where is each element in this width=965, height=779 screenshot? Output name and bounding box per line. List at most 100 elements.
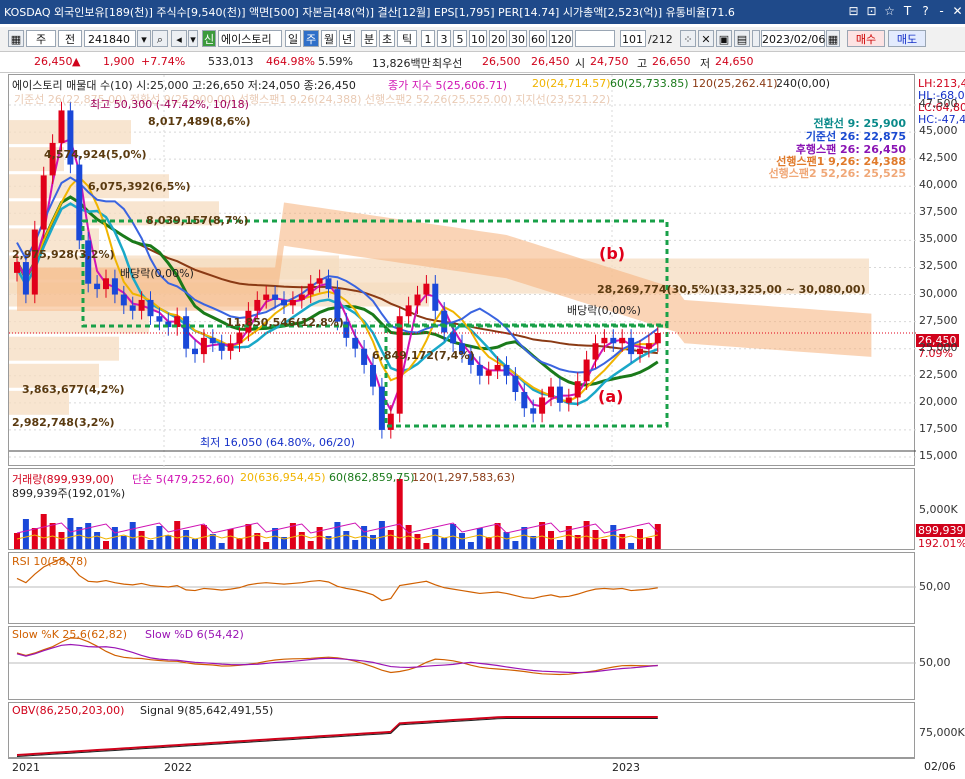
rsi-legend: RSI 10(58,78) (12, 555, 88, 568)
date-spin[interactable] (752, 30, 760, 47)
volume-tag: 899,939 (916, 524, 965, 537)
tick-5[interactable]: 5 (453, 30, 467, 47)
volume-bar (343, 531, 350, 549)
tick-custom-input[interactable] (575, 30, 615, 47)
candle-body (22, 262, 29, 295)
favorite-icon[interactable]: ☆ (882, 4, 897, 19)
tick-20[interactable]: 20 (489, 30, 507, 47)
price-ytick: 40,000 (919, 178, 958, 192)
period-second[interactable]: 초 (379, 30, 395, 47)
search-icon[interactable]: ⌕ (152, 30, 168, 47)
candle-body (200, 337, 207, 355)
x-label-2022: 2022 (164, 761, 192, 774)
tick-10[interactable]: 10 (469, 30, 487, 47)
minimize-icon[interactable]: - (934, 4, 949, 19)
volume-bar (476, 528, 483, 549)
volume-bar (628, 543, 635, 549)
price-change: 1,900 (103, 55, 135, 68)
candle-body (378, 386, 385, 430)
volume-bar (183, 530, 190, 549)
sell-button[interactable]: 매도 (888, 30, 926, 47)
save-icon[interactable]: ▣ (716, 30, 732, 47)
price-ytick: 25,000 (919, 340, 958, 354)
up-arrow-icon: ▲ (72, 55, 81, 68)
volume-bar (459, 533, 465, 549)
count-input[interactable]: 101 (620, 30, 646, 47)
volume-pct-tag: 192.01% (918, 537, 965, 550)
chart-tool-icon[interactable]: ✕ (698, 30, 714, 47)
market-select[interactable]: 전 (58, 30, 82, 47)
candle-body (94, 283, 101, 290)
candle-body (281, 299, 287, 306)
obv-ytick: 75,000K (919, 726, 965, 739)
change-pct: +7.74% (141, 55, 186, 68)
window-title: KOSDAQ 외국인보유[189(천)] 주식수[9,540(천)] 액면[50… (4, 6, 735, 19)
candle-body (654, 332, 661, 344)
layout-icon[interactable]: ⊟ (846, 4, 861, 19)
calendar-icon[interactable]: ▦ (826, 30, 840, 47)
volume-bar (227, 529, 234, 549)
candle-body (601, 337, 608, 344)
period-month[interactable]: 월 (321, 30, 337, 47)
candle-body (192, 348, 198, 355)
volume-ytick: 5,000K (919, 503, 958, 516)
volume-bar (414, 534, 421, 549)
tick-3[interactable]: 3 (437, 30, 451, 47)
candle-body (432, 283, 439, 311)
high-price: 26,650 (652, 55, 691, 68)
volume-bar (165, 535, 172, 549)
help-icon[interactable]: ? (918, 4, 933, 19)
vol-ma5-label: 단순 5(479,252,60) (132, 473, 235, 486)
print-icon[interactable]: ▤ (734, 30, 750, 47)
candle-body (556, 386, 563, 403)
price-ytick: 15,000 (919, 449, 958, 462)
stoch-k-line (16, 637, 658, 676)
volume-bar (14, 533, 20, 549)
volume-sub: 899,939주(192,01%) (12, 487, 126, 500)
candle-body (619, 337, 626, 344)
volume-profile-bar (9, 336, 119, 361)
tick-60[interactable]: 60 (529, 30, 547, 47)
code-input[interactable]: 241840 (84, 30, 136, 47)
date-input[interactable]: 2023/02/06 (761, 30, 825, 47)
rsi-chart-svg[interactable] (9, 553, 916, 625)
speaker-icon[interactable]: ◂ (171, 30, 187, 47)
close-icon[interactable]: ✕ (950, 4, 965, 19)
period-week[interactable]: 주 (303, 30, 319, 47)
period-select[interactable]: 주 (26, 30, 56, 47)
candle-body (272, 294, 279, 300)
volume-bar (40, 514, 47, 549)
period-minute[interactable]: 분 (361, 30, 377, 47)
candle-body (476, 364, 483, 376)
candle-body (209, 337, 216, 344)
period-year[interactable]: 년 (339, 30, 355, 47)
period-day[interactable]: 일 (285, 30, 301, 47)
speaker-menu-icon[interactable]: ▾ (188, 30, 198, 47)
rsi-pane[interactable] (8, 552, 916, 625)
vol-ma120-label: 120(1,297,583,63) (412, 471, 516, 484)
quote-side-label: 최우선 (432, 57, 463, 70)
price-ytick: 22,500 (919, 367, 958, 381)
restore-icon[interactable]: ⊡ (864, 4, 879, 19)
quote-row: 26,450 ▲ 1,900 +7.74% 533,013 464.98% 5.… (0, 52, 965, 73)
tick-30[interactable]: 30 (509, 30, 527, 47)
candle-body (521, 392, 528, 409)
dropdown-icon[interactable]: ▾ (137, 30, 151, 47)
volume-ratio: 464.98% (266, 55, 315, 68)
tick-1[interactable]: 1 (421, 30, 435, 47)
text-icon[interactable]: T (900, 4, 915, 19)
annotation-dividend-2: 배당락(0,00%) (567, 304, 641, 317)
buy-button[interactable]: 매수 (847, 30, 885, 47)
ichi-legend-span2: 선행스팬2 52,26: 25,525 (768, 167, 906, 180)
stoch-ytick: 50,00 (919, 656, 951, 669)
candle-body (325, 278, 332, 290)
volume-bar (263, 542, 270, 549)
price-ytick: 32,500 (919, 259, 958, 273)
annotation-vp-8: 28,269,774(30,5%)(33,325,00 ~ 30,080,00) (597, 283, 866, 296)
period-tick[interactable]: 틱 (397, 30, 417, 47)
grid-icon[interactable]: ⁘ (680, 30, 696, 47)
tick-120[interactable]: 120 (549, 30, 573, 47)
ma-120-label: 120(25,262.41) (692, 77, 778, 90)
layout-grid-icon[interactable]: ▦ (8, 30, 24, 47)
volume-bar (556, 540, 563, 549)
